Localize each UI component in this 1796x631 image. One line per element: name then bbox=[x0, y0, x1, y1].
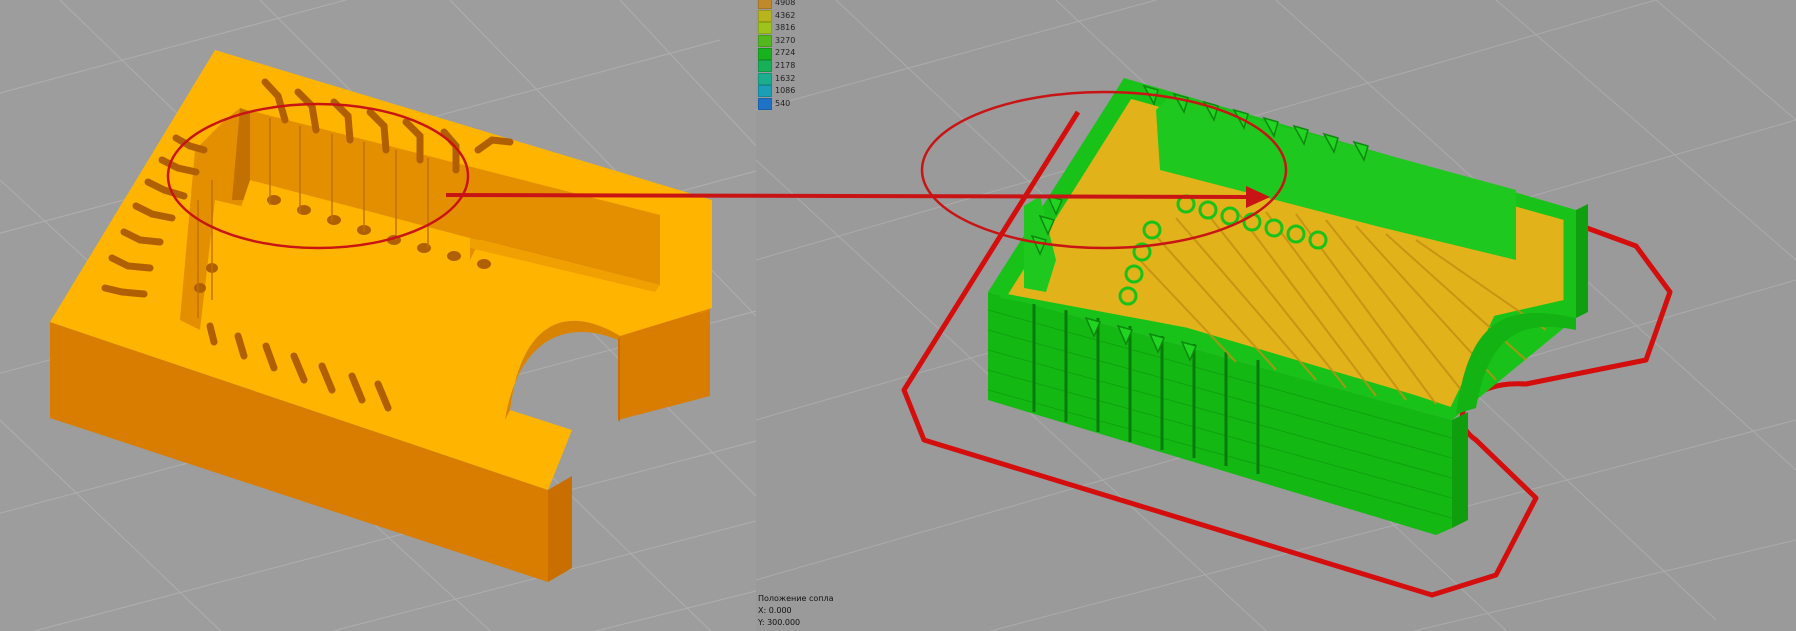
legend-swatch bbox=[758, 85, 772, 98]
toolpath-canvas bbox=[756, 0, 1796, 631]
legend-entry: 4362 bbox=[758, 9, 796, 23]
legend-value: 3816 bbox=[775, 23, 796, 33]
legend-value: 540 bbox=[775, 98, 791, 108]
legend-value: 3270 bbox=[775, 35, 796, 45]
legend-value: 4362 bbox=[775, 10, 796, 20]
legend-swatch bbox=[758, 22, 772, 35]
legend-entry: 3270 bbox=[758, 35, 795, 48]
printed-part-toolpath bbox=[987, 78, 1588, 535]
legend-entry: 1632 bbox=[758, 72, 796, 86]
printed-part-model bbox=[50, 50, 712, 582]
nozzle-position-readout: Положение сопла X: 0.000 Y: 300.000 bbox=[758, 593, 833, 629]
legend-entry: 4908 bbox=[758, 0, 795, 10]
legend-value: 1086 bbox=[775, 86, 796, 96]
legend-value: 2724 bbox=[775, 48, 796, 58]
legend-swatch bbox=[758, 72, 772, 85]
legend-swatch bbox=[758, 0, 772, 10]
legend-value: 4908 bbox=[775, 0, 796, 7]
legend-swatch bbox=[758, 98, 772, 111]
legend-value: 1632 bbox=[775, 73, 796, 83]
model-viewport[interactable] bbox=[0, 0, 756, 631]
legend-entry: 3816 bbox=[758, 22, 795, 35]
legend-entry: 2724 bbox=[758, 47, 795, 60]
legend-swatch bbox=[758, 35, 772, 48]
legend-entry: 1086 bbox=[758, 85, 795, 98]
nozzle-position-label: Положение сопла bbox=[758, 594, 834, 603]
legend-swatch bbox=[758, 47, 772, 60]
legend-entry: 2178 bbox=[758, 60, 795, 73]
nozzle-x-value: X: 0.000 bbox=[758, 606, 792, 615]
legend-swatch bbox=[758, 60, 772, 73]
model-view-canvas bbox=[0, 0, 756, 631]
legend-entry: 540 bbox=[758, 98, 795, 111]
legend-swatch bbox=[758, 9, 772, 22]
layer-legend: 4908 4362 3816 3270 2724 2178 1632 1086 … bbox=[758, 0, 796, 111]
nozzle-y-value: Y: 300.000 bbox=[758, 618, 801, 627]
layer-preview-viewport[interactable] bbox=[756, 0, 1796, 631]
legend-value: 2178 bbox=[775, 60, 796, 70]
